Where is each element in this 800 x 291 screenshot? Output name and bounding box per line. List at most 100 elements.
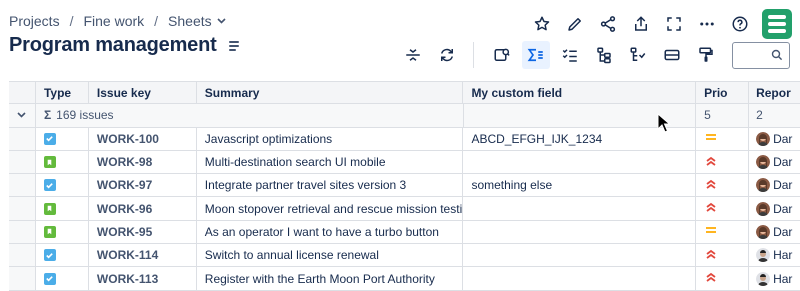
column-header-priority[interactable]: Prio xyxy=(696,82,750,104)
reporter-cell[interactable]: Har xyxy=(749,244,800,266)
issue-key-cell[interactable]: WORK-95 xyxy=(89,220,197,244)
format-painter-icon[interactable] xyxy=(692,41,720,69)
table-row[interactable]: WORK-96 Moon stopover retrieval and rescu… xyxy=(9,197,800,221)
woman-avatar xyxy=(756,131,771,146)
custom-field-cell[interactable] xyxy=(463,267,697,290)
reporter-cell[interactable]: Har xyxy=(749,267,800,289)
issue-key-link[interactable]: WORK-98 xyxy=(97,155,152,169)
type-cell[interactable] xyxy=(36,150,89,174)
custom-field-cell[interactable] xyxy=(463,150,697,174)
summary-cell[interactable]: Register with the Earth Moon Port Author… xyxy=(197,267,464,290)
issue-key-link[interactable]: WORK-114 xyxy=(97,248,158,262)
search-field[interactable] xyxy=(732,41,790,69)
app-logo-icon[interactable] xyxy=(762,9,792,39)
priority-cell[interactable] xyxy=(696,150,750,174)
table-row[interactable]: WORK-114 Switch to annual license renewal… xyxy=(9,244,800,268)
type-cell[interactable] xyxy=(36,244,89,267)
reporter-cell[interactable]: Dar xyxy=(749,174,800,196)
row-control-cell[interactable] xyxy=(9,244,36,267)
column-header-type[interactable]: Type xyxy=(36,82,89,104)
issue-key-link[interactable]: WORK-95 xyxy=(97,225,152,239)
priority-high-icon xyxy=(704,271,718,286)
sum-column-icon[interactable] xyxy=(522,41,550,69)
issue-key-cell[interactable]: WORK-114 xyxy=(89,244,197,267)
share-icon[interactable] xyxy=(594,10,622,38)
summary-cell[interactable]: Integrate partner travel sites version 3 xyxy=(197,174,464,197)
issue-key-link[interactable]: WORK-100 xyxy=(97,132,159,146)
hierarchy-sort-icon[interactable] xyxy=(624,41,652,69)
group-summary-row: Σ 169 issues 5 2 xyxy=(9,104,800,128)
table-row[interactable]: WORK-98 Multi-destination search UI mobil… xyxy=(9,150,800,175)
type-cell[interactable] xyxy=(36,267,89,290)
search-input[interactable] xyxy=(733,42,771,67)
reporter-cell[interactable]: Dar xyxy=(749,221,800,243)
refresh-icon[interactable] xyxy=(433,41,461,69)
priority-cell[interactable] xyxy=(696,197,750,220)
reporter-cell[interactable]: Dar xyxy=(749,128,800,150)
type-cell[interactable] xyxy=(36,127,89,150)
header-row: Type Issue key Summary My custom field P… xyxy=(9,81,800,105)
summary-cell[interactable]: Moon stopover retrieval and rescue missi… xyxy=(197,197,464,220)
breadcrumb-sheets[interactable]: Sheets xyxy=(168,13,212,29)
checklist-icon[interactable] xyxy=(556,41,584,69)
issue-key-cell[interactable]: WORK-113 xyxy=(89,267,197,290)
column-header-issue-key[interactable]: Issue key xyxy=(89,82,197,104)
card-layout-icon[interactable] xyxy=(658,41,686,69)
issue-key-link[interactable]: WORK-96 xyxy=(97,202,152,216)
row-control-header xyxy=(9,82,36,104)
column-header-summary[interactable]: Summary xyxy=(197,82,464,104)
task-type-icon xyxy=(43,179,56,192)
issue-key-link[interactable]: WORK-97 xyxy=(97,178,152,192)
column-header-custom-field[interactable]: My custom field xyxy=(463,82,697,104)
reporter-cell[interactable]: Dar xyxy=(749,151,800,173)
export-icon[interactable] xyxy=(627,10,655,38)
more-icon[interactable] xyxy=(693,10,721,38)
summary-cell[interactable]: Multi-destination search UI mobile xyxy=(197,150,464,174)
issue-key-cell[interactable]: WORK-97 xyxy=(89,174,197,197)
priority-cell[interactable] xyxy=(696,127,750,150)
custom-field-cell[interactable]: something else xyxy=(463,174,697,197)
type-cell[interactable] xyxy=(36,220,89,244)
table-row[interactable]: WORK-97 Integrate partner travel sites ve… xyxy=(9,174,800,198)
table-row[interactable]: WORK-95 As an operator I want to have a t… xyxy=(9,220,800,245)
priority-cell[interactable] xyxy=(696,244,750,267)
table-row[interactable]: WORK-100 Javascript optimizations ABCD_EFG… xyxy=(9,127,800,151)
summary-cell[interactable]: As an operator I want to have a turbo bu… xyxy=(197,220,464,244)
star-icon[interactable] xyxy=(528,10,556,38)
row-control-cell[interactable] xyxy=(9,150,36,174)
collapse-group-chevron-icon[interactable] xyxy=(9,104,36,127)
fullscreen-icon[interactable] xyxy=(660,10,688,38)
chevron-down-icon[interactable] xyxy=(217,16,226,27)
issue-key-cell[interactable]: WORK-96 xyxy=(89,197,197,220)
help-icon[interactable] xyxy=(726,10,754,38)
sigma-icon: Σ xyxy=(43,108,52,123)
row-control-cell[interactable] xyxy=(9,220,36,244)
priority-cell[interactable] xyxy=(696,220,750,244)
reporter-cell[interactable]: Dar xyxy=(749,197,800,219)
issue-key-cell[interactable]: WORK-98 xyxy=(89,150,197,174)
breadcrumb-fine-work[interactable]: Fine work xyxy=(83,13,144,29)
priority-cell[interactable] xyxy=(696,174,750,197)
title-menu-icon[interactable] xyxy=(228,40,243,52)
custom-field-cell[interactable] xyxy=(463,220,697,244)
row-control-cell[interactable] xyxy=(9,127,36,150)
edit-pencil-icon[interactable] xyxy=(561,10,589,38)
type-cell[interactable] xyxy=(36,197,89,220)
issue-search-icon[interactable] xyxy=(488,41,516,69)
summary-cell[interactable]: Javascript optimizations xyxy=(197,127,464,150)
breadcrumb-projects[interactable]: Projects xyxy=(9,13,60,29)
issue-key-link[interactable]: WORK-113 xyxy=(97,272,158,286)
row-control-cell[interactable] xyxy=(9,267,36,290)
custom-field-cell[interactable] xyxy=(463,197,697,220)
collapse-rows-icon[interactable] xyxy=(399,41,427,69)
type-cell[interactable] xyxy=(36,174,89,197)
table-row[interactable]: WORK-113 Register with the Earth Moon Por… xyxy=(9,267,800,291)
priority-cell[interactable] xyxy=(696,267,750,290)
summary-cell[interactable]: Switch to annual license renewal xyxy=(197,244,464,267)
issue-key-cell[interactable]: WORK-100 xyxy=(89,127,197,150)
column-header-reporter[interactable]: Repor xyxy=(749,82,800,103)
hierarchy-icon[interactable] xyxy=(590,41,618,69)
custom-field-cell[interactable] xyxy=(463,244,697,267)
row-control-cell[interactable] xyxy=(9,174,36,197)
row-control-cell[interactable] xyxy=(9,197,36,220)
